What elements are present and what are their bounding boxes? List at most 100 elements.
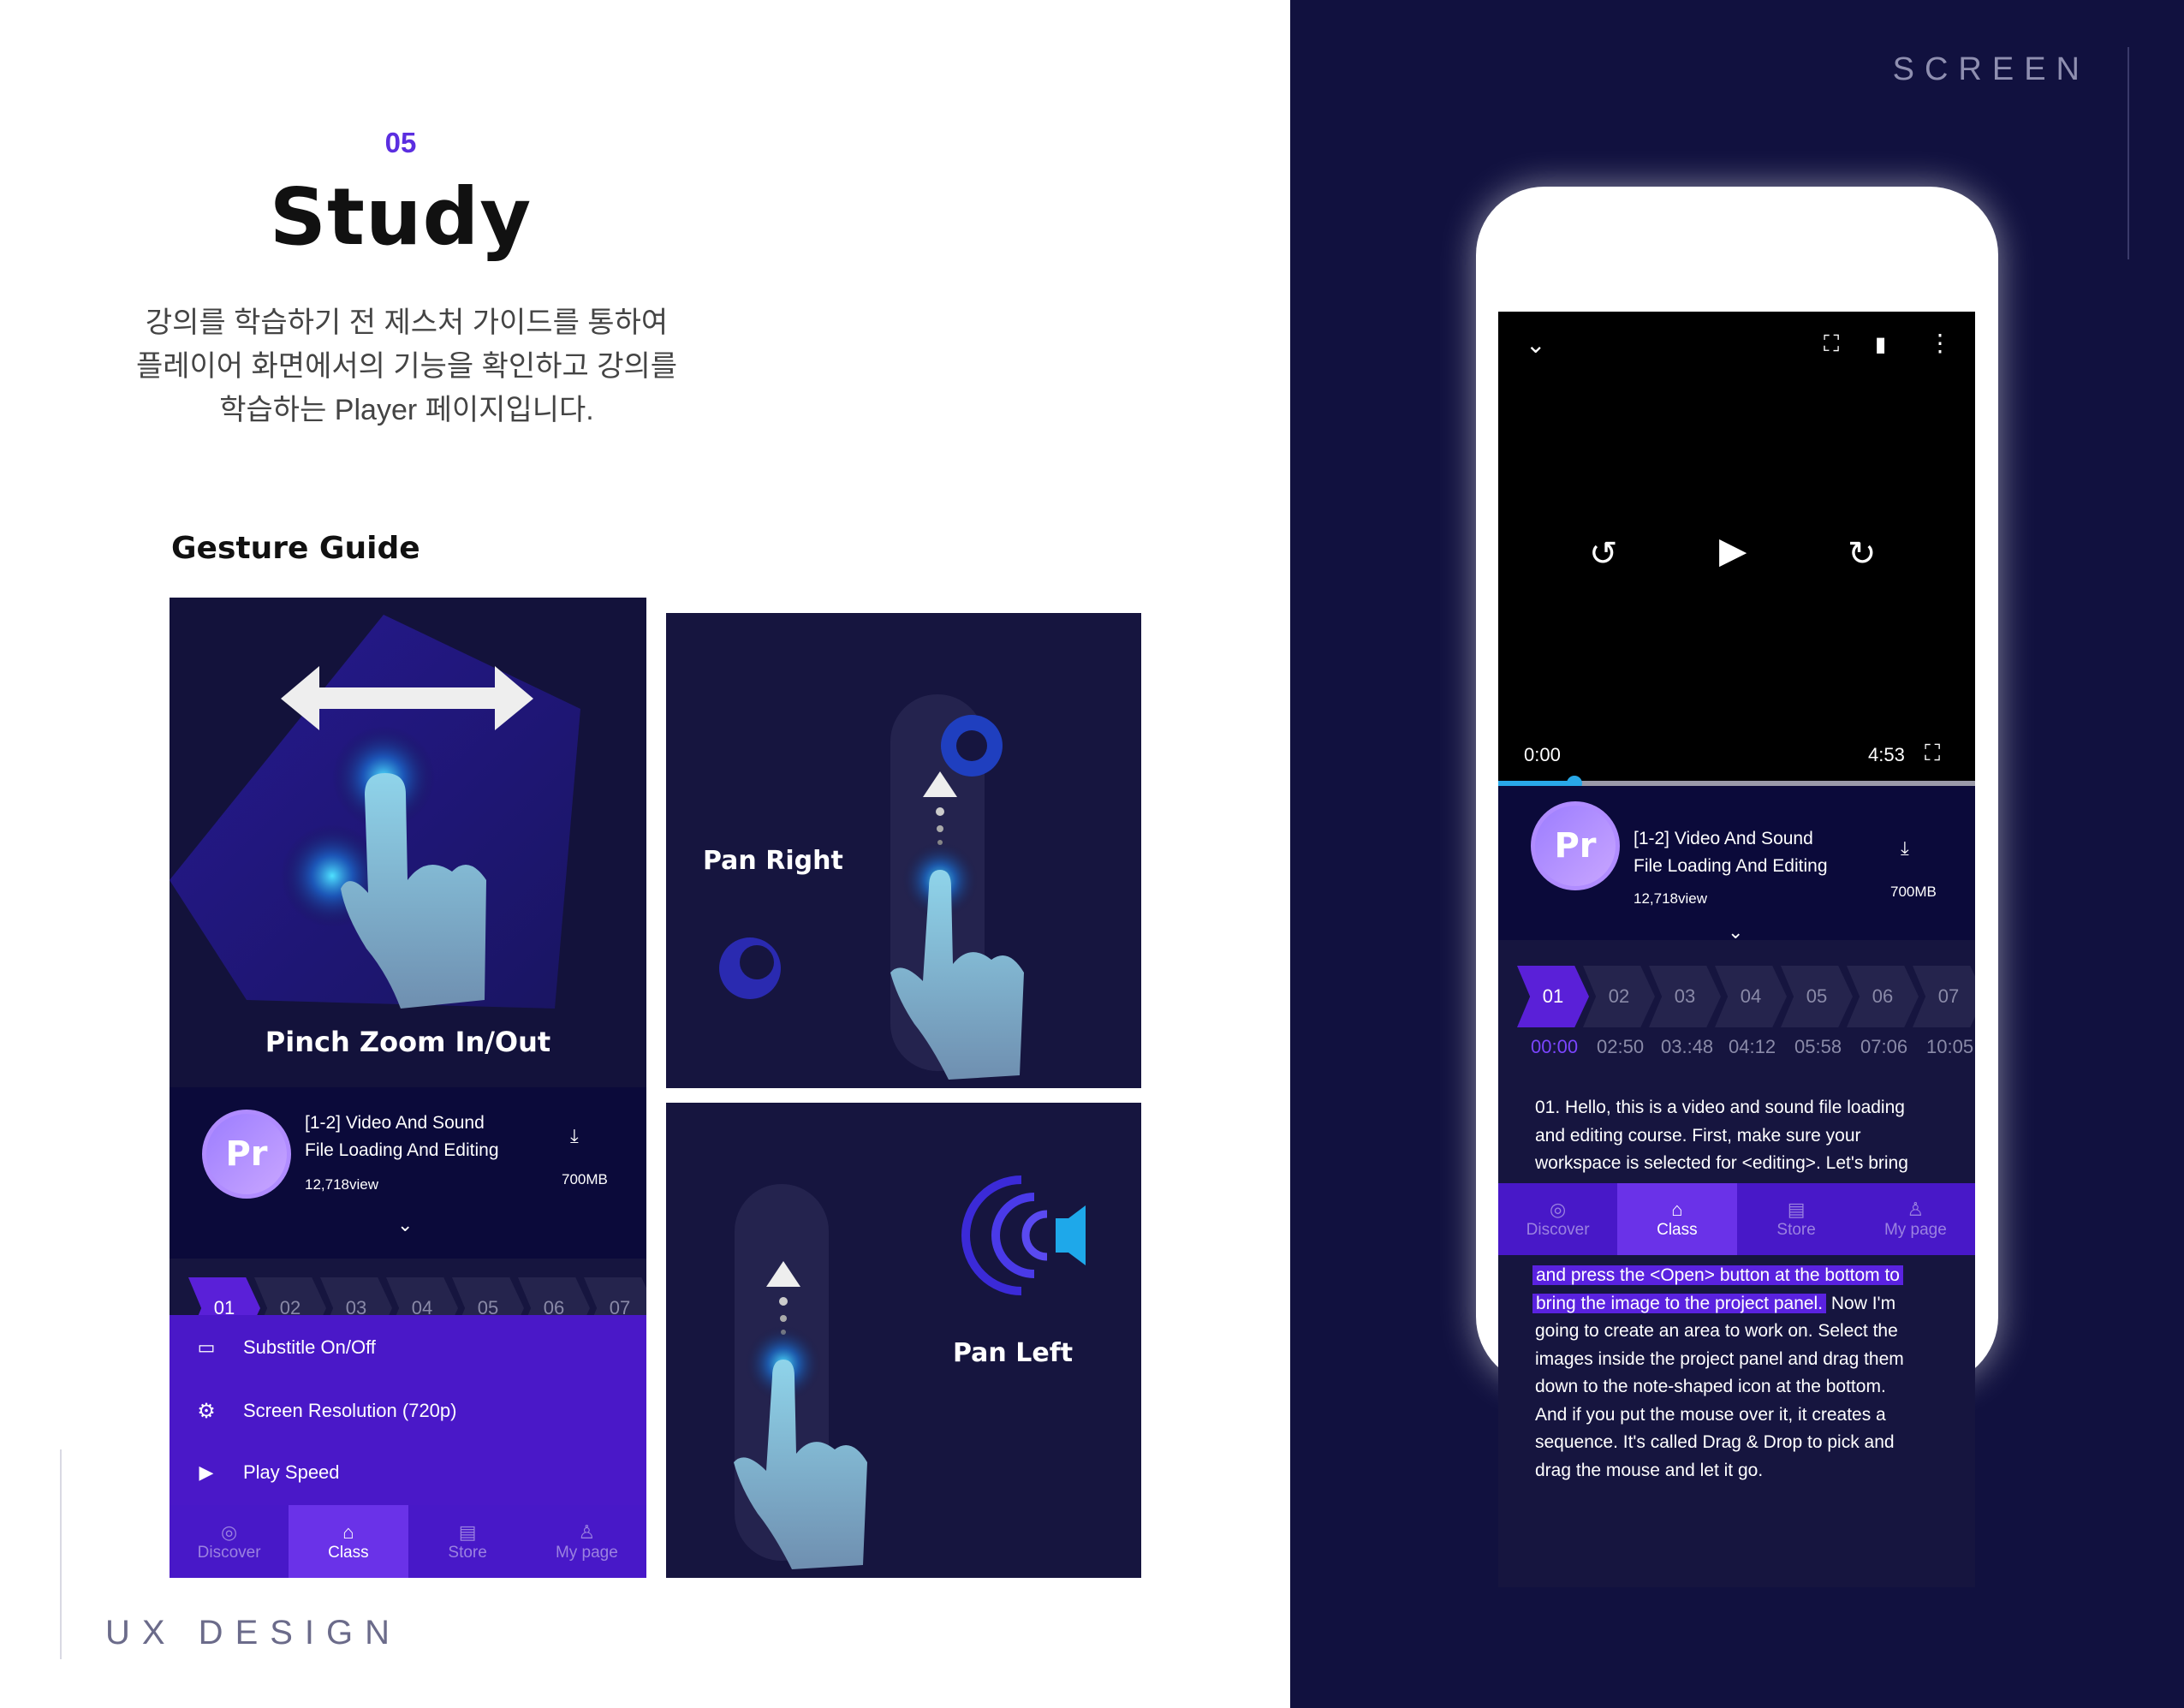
nav-label: Store	[1776, 1221, 1816, 1239]
lecture-size: 700MB	[562, 1171, 608, 1187]
subtitle-line: sequence. It's called Drag & Drop to pic…	[1535, 1432, 1895, 1452]
chapter-time: 03.:48	[1661, 1036, 1714, 1057]
store-icon: ▤	[458, 1521, 477, 1543]
fullscreen-exit-icon[interactable]: ⛶	[1824, 330, 1839, 358]
chapter-time: 02:50	[1597, 1036, 1645, 1057]
lecture-title-line1: [1-2] Video And Sound	[305, 1113, 485, 1133]
pan-left-panel: Pan Left	[666, 1103, 1141, 1578]
resolution-option[interactable]: ⚙ Screen Resolution (720p)	[170, 1394, 456, 1428]
store-icon: ▤	[1787, 1199, 1806, 1220]
nav-store[interactable]: ▤ Store	[1737, 1183, 1856, 1255]
desc-line: 강의를 학습하기 전 제스처 가이드를 통하여	[145, 306, 669, 339]
mini-chapter[interactable]: 01	[188, 1277, 260, 1315]
subtitle-line: going to create an area to work on. Sele…	[1535, 1321, 1898, 1341]
more-vertical-icon[interactable]: ⋮	[1928, 329, 1952, 357]
pan-right-label: Pan Right	[703, 846, 843, 876]
subtitle-line: drag the mouse and let it go.	[1535, 1460, 1764, 1480]
mini-chapter[interactable]: 02	[254, 1277, 326, 1315]
mini-chapter[interactable]: 06	[518, 1277, 590, 1315]
lecture-views: 12,718view	[1634, 890, 1708, 907]
pinch-illustration	[170, 615, 580, 1009]
premiere-badge: Pr	[1531, 801, 1620, 890]
lecture-views: 12,718view	[305, 1176, 379, 1193]
play-icon[interactable]: ▶	[1719, 529, 1747, 571]
nav-label: Store	[448, 1543, 487, 1562]
chapter-chip[interactable]: 01	[1517, 966, 1589, 1027]
pinch-gesture-panel: Pinch Zoom In/Out Pr [1-2] Video And Sou…	[170, 598, 646, 1578]
rewind-10-icon[interactable]: ↺	[1589, 534, 1618, 574]
globe-icon: ◎	[1550, 1199, 1567, 1220]
subtitle-toggle[interactable]: ▭ Substitle On/Off	[170, 1330, 376, 1365]
subtitle-line: and editing course. First, make sure you…	[1535, 1125, 1861, 1146]
chapter-time: 05:58	[1794, 1036, 1842, 1057]
forward-10-icon[interactable]: ↻	[1848, 534, 1877, 574]
chapter-chip[interactable]: 03	[1649, 966, 1721, 1027]
download-icon[interactable]: ⤓	[1901, 837, 1909, 860]
pan-left-label: Pan Left	[953, 1338, 1074, 1368]
chapter-strip: 01 02 03 04 05 06 07 00:00 02:50 03.:48 …	[1498, 940, 1975, 1068]
nav-label: Discover	[197, 1543, 261, 1562]
lecture-size: 700MB	[1890, 884, 1937, 900]
current-time: 0:00	[1524, 744, 1561, 765]
highlighted-subtitle: and press the <Open> button at the botto…	[1532, 1265, 1903, 1285]
subtitle-text-top: 01. Hello, this is a video and sound fil…	[1535, 1094, 1908, 1178]
nav-label: My page	[1883, 1221, 1947, 1239]
nav-class[interactable]: ⌂ Class	[289, 1505, 408, 1578]
speed-label: Play Speed	[243, 1461, 340, 1483]
gesture-guide-title: Gesture Guide	[171, 531, 420, 566]
subtitle-text-bottom: and press the <Open> button at the botto…	[1532, 1262, 1904, 1485]
user-icon: ♙	[578, 1521, 596, 1543]
fullscreen-icon[interactable]: ⛶	[1925, 740, 1940, 767]
mini-chapter[interactable]: 07	[584, 1277, 646, 1315]
subtitle-line: images inside the project panel and drag…	[1535, 1348, 1904, 1369]
mini-chapter[interactable]: 04	[386, 1277, 458, 1315]
chevron-down-icon[interactable]: ⌄	[1526, 330, 1545, 359]
lecture-title-line2: File Loading And Editing	[305, 1140, 499, 1160]
duration: 4:53	[1868, 744, 1905, 765]
nav-discover[interactable]: ◎ Discover	[170, 1505, 289, 1578]
screen-label: SCREEN	[1892, 51, 2090, 87]
lecture-title-line2: File Loading And Editing	[1634, 856, 1828, 876]
ux-design-label: UX DESIGN	[105, 1614, 402, 1651]
nav-store[interactable]: ▤ Store	[408, 1505, 527, 1578]
nav-label: Class	[1657, 1221, 1698, 1239]
gear-icon: ⚙	[197, 1399, 216, 1423]
section-description: 강의를 학습하기 전 제스처 가이드를 통하여 플레이어 화면에서의 기능을 확…	[111, 301, 702, 432]
bookmark-icon[interactable]: ▮	[1875, 332, 1886, 357]
chapter-chip[interactable]: 06	[1847, 966, 1919, 1027]
video-player[interactable]: ⌄ ⛶ ▮ ⋮ ↺ ▶ ↻ 0:00 4:53 ⛶	[1498, 312, 1975, 783]
speed-option[interactable]: ▶ Play Speed	[170, 1455, 340, 1490]
desc-line: 학습하는 Player 페이지입니다.	[219, 394, 594, 426]
chapter-chip[interactable]: 05	[1781, 966, 1853, 1027]
chapter-chip[interactable]: 07	[1913, 966, 1975, 1027]
premiere-badge: Pr	[202, 1110, 291, 1199]
highlighted-subtitle: bring the image to the project panel.	[1532, 1293, 1827, 1313]
chevron-down-icon[interactable]: ⌄	[397, 1214, 413, 1236]
desc-line: 플레이어 화면에서의 기능을 확인하고 강의를	[135, 350, 678, 383]
subtitle-line: down to the note-shaped icon at the bott…	[1535, 1377, 1886, 1396]
chapter-chip[interactable]: 04	[1715, 966, 1787, 1027]
lecture-title-line1: [1-2] Video And Sound	[1634, 829, 1813, 848]
mini-chapter-strip: 01 02 03 04 05 06 07	[170, 1259, 646, 1315]
nav-label: Class	[328, 1543, 369, 1562]
right-divider-line	[2127, 47, 2129, 259]
chapter-time: 04:12	[1729, 1036, 1776, 1057]
subtitle-icon: ▭	[197, 1336, 216, 1358]
player-options-menu: ▭ Substitle On/Off ⚙ Screen Resolution (…	[170, 1315, 646, 1505]
nav-mypage[interactable]: ♙ My page	[527, 1505, 646, 1578]
nav-class[interactable]: ⌂ Class	[1617, 1183, 1737, 1255]
mini-chapter[interactable]: 03	[320, 1277, 392, 1315]
chapter-time: 07:06	[1860, 1036, 1908, 1057]
nav-mypage[interactable]: ♙ My page	[1856, 1183, 1975, 1255]
graduation-cap-icon: ⌂	[1671, 1199, 1683, 1220]
user-icon: ♙	[1907, 1199, 1925, 1220]
chapter-chip[interactable]: 02	[1583, 966, 1655, 1027]
graduation-cap-icon: ⌂	[342, 1521, 354, 1543]
mini-lecture-info: Pr [1-2] Video And Sound File Loading An…	[170, 1087, 646, 1259]
download-icon[interactable]: ⤓	[570, 1125, 579, 1147]
mini-chapter[interactable]: 05	[452, 1277, 524, 1315]
chapter-time: 00:00	[1531, 1036, 1579, 1057]
nav-discover[interactable]: ◎ Discover	[1498, 1183, 1617, 1255]
subtitle-area: 01. Hello, this is a video and sound fil…	[1498, 1068, 1975, 1587]
nav-label: Discover	[1526, 1221, 1590, 1239]
